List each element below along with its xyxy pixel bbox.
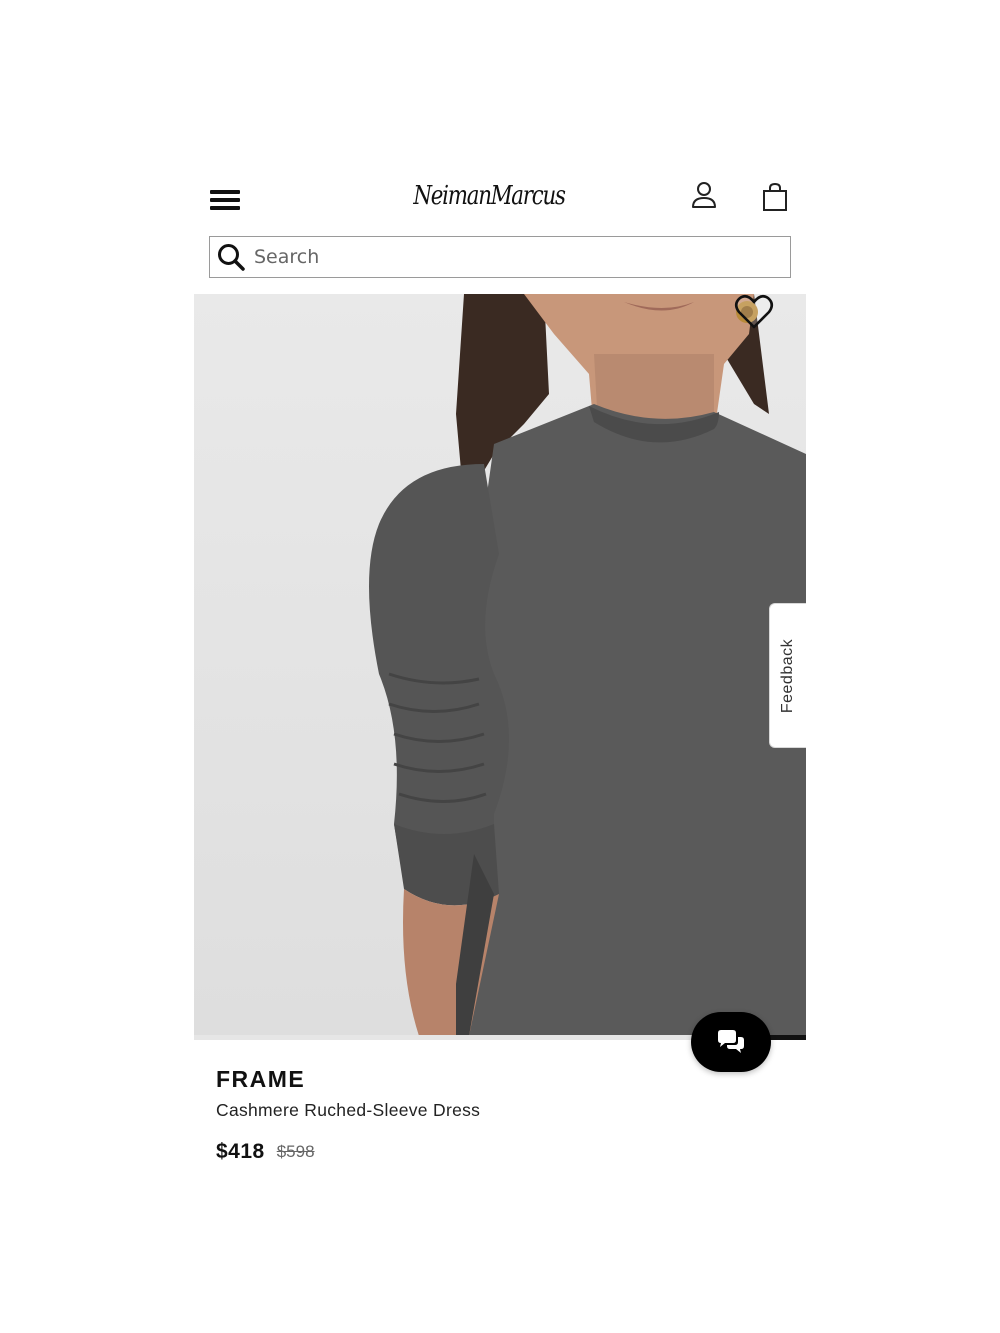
mobile-screen: NeimanMarcus Search Feedback FRAME Cashm… <box>194 160 806 1160</box>
model-photo <box>369 294 806 1036</box>
product-brand[interactable]: FRAME <box>216 1066 305 1093</box>
original-price: $598 <box>276 1142 315 1160</box>
search-bar[interactable] <box>209 236 791 278</box>
sale-price: $418 <box>216 1140 265 1160</box>
search-icon[interactable] <box>216 242 246 272</box>
product-image[interactable] <box>194 294 806 1036</box>
hamburger-menu-icon[interactable] <box>210 190 240 214</box>
chat-button[interactable] <box>691 1012 771 1072</box>
person-icon[interactable] <box>690 180 718 210</box>
search-input[interactable] <box>246 238 790 276</box>
shopping-bag-icon[interactable] <box>762 182 788 212</box>
chat-bubbles-icon <box>718 1030 744 1053</box>
feedback-tab[interactable]: Feedback <box>769 603 806 748</box>
product-name[interactable]: Cashmere Ruched-Sleeve Dress <box>216 1100 480 1121</box>
favorite-heart-icon[interactable] <box>734 294 774 330</box>
price-row: $418 $598 <box>216 1140 315 1160</box>
feedback-label: Feedback <box>779 638 797 713</box>
neiman-marcus-logo[interactable]: NeimanMarcus <box>413 166 566 226</box>
